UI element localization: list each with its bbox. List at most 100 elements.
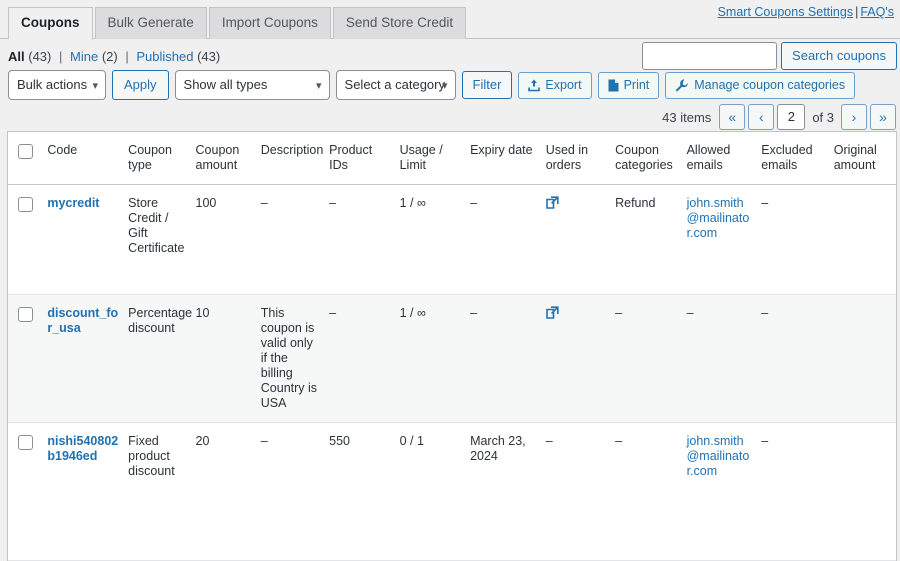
cell-original-amount [833, 422, 896, 561]
column-header-product-ids[interactable]: Product IDs [329, 132, 400, 185]
chevron-down-icon: ▾ [92, 80, 98, 92]
pagination-last-button[interactable]: » [870, 104, 896, 130]
filter-published-label[interactable]: Published [136, 49, 193, 64]
filter-all-label[interactable]: All [8, 49, 25, 64]
cell-allowed-emails: john.smith@mailinator.com [686, 184, 762, 295]
column-header-coupon-amount[interactable]: Coupon amount [195, 132, 261, 185]
cell-product-ids: – [329, 184, 400, 295]
cell-original-amount [833, 294, 896, 423]
search-input[interactable] [642, 42, 778, 70]
cell-allowed-emails: john.smith@mailinator.com [686, 422, 762, 561]
cell-code: discount_for_usa [47, 294, 129, 423]
row-checkbox[interactable] [18, 197, 33, 212]
filter-all-count: (43) [28, 49, 52, 64]
cell-coupon-type: Percentage discount [128, 294, 196, 423]
pagination-total-pages: of 3 [812, 109, 834, 125]
manage-coupon-categories-button[interactable]: Manage coupon categories [665, 71, 856, 99]
tab-import-coupons[interactable]: Import Coupons [208, 7, 331, 39]
bulk-actions-select[interactable]: Bulk actions ▾ [8, 70, 106, 100]
cell-usage-limit: 1 / ∞ [399, 294, 471, 423]
allowed-email-link[interactable]: john.smith@mailinator.com [687, 434, 750, 478]
smart-coupons-settings-link[interactable]: Smart Coupons Settings [718, 5, 854, 19]
column-header-expiry-date[interactable]: Expiry date [470, 132, 546, 185]
table-body: mycredit Store Credit / Gift Certificate… [8, 184, 896, 561]
cell-excluded-emails: – [761, 184, 834, 295]
cell-coupon-type: Store Credit / Gift Certificate [128, 184, 196, 295]
chevron-down-icon: ▾ [316, 80, 322, 92]
select-all-checkbox[interactable] [18, 144, 33, 159]
coupon-code-link[interactable]: discount_for_usa [47, 306, 118, 335]
tab-coupons[interactable]: Coupons [8, 7, 93, 40]
column-header-used-in-orders[interactable]: Used in orders [545, 132, 616, 185]
column-header-code[interactable]: Code [47, 132, 129, 185]
cell-used-in-orders [545, 294, 616, 423]
export-button[interactable]: Export [518, 71, 592, 99]
filter-mine-count: (2) [101, 49, 118, 64]
coupon-code-link[interactable]: mycredit [47, 196, 99, 210]
column-header-coupon-categories[interactable]: Coupon categories [615, 132, 687, 185]
filter-separator-1: | [59, 49, 63, 64]
cell-original-amount [833, 184, 896, 295]
tab-bulk-generate[interactable]: Bulk Generate [94, 7, 207, 39]
table-header-row: Code Coupon type Coupon amount Descripti… [8, 132, 896, 185]
search-coupons-button[interactable]: Search coupons [781, 42, 897, 70]
cell-description: This coupon is valid only if the billing… [260, 294, 330, 423]
table-row: mycredit Store Credit / Gift Certificate… [8, 184, 896, 295]
row-select-cell [8, 422, 48, 561]
column-header-allowed-emails[interactable]: Allowed emails [686, 132, 762, 185]
pagination-first-button[interactable]: « [719, 104, 746, 130]
cell-coupon-categories: – [615, 294, 687, 423]
coupon-type-select[interactable]: Show all types ▾ [174, 70, 330, 100]
column-header-excluded-emails[interactable]: Excluded emails [761, 132, 834, 185]
select-all-header [8, 132, 48, 185]
filter-separator-2: | [125, 49, 129, 64]
tab-send-store-credit[interactable]: Send Store Credit [332, 7, 467, 39]
export-label: Export [545, 78, 582, 92]
cell-expiry-date: – [470, 184, 546, 295]
row-checkbox[interactable] [18, 307, 33, 322]
cell-coupon-amount: 20 [195, 422, 261, 561]
print-button[interactable]: Print [597, 71, 660, 99]
filter-button[interactable]: Filter [461, 71, 513, 99]
print-label: Print [623, 78, 650, 92]
cell-coupon-categories: – [615, 422, 687, 561]
row-checkbox[interactable] [18, 435, 33, 450]
cell-coupon-categories: Refund [615, 184, 687, 295]
column-header-description[interactable]: Description [260, 132, 330, 185]
allowed-email-link[interactable]: john.smith@mailinator.com [687, 196, 750, 240]
filter-mine-label[interactable]: Mine [70, 49, 98, 64]
pagination-item-count: 43 items [662, 109, 712, 125]
apply-button[interactable]: Apply [112, 70, 169, 100]
cell-description: – [260, 422, 330, 561]
coupon-type-label: Show all types [183, 77, 268, 92]
pagination-next-button[interactable]: › [841, 104, 867, 130]
cell-allowed-emails: – [686, 294, 762, 423]
external-link-icon[interactable] [545, 306, 559, 323]
external-link-icon[interactable] [545, 196, 559, 213]
cell-coupon-type: Fixed product discount [128, 422, 196, 561]
pagination: 43 items « ‹ 2 of 3 › » [662, 104, 896, 130]
pagination-current-page-input[interactable]: 2 [777, 104, 806, 130]
cell-usage-limit: 1 / ∞ [399, 184, 471, 295]
cell-expiry-date: March 23, 2024 [470, 422, 546, 561]
column-header-usage-limit[interactable]: Usage / Limit [399, 132, 471, 185]
top-links: Smart Coupons Settings | FAQ's [718, 5, 894, 19]
category-select[interactable]: Select a category ▾ [335, 70, 456, 100]
chevron-down-icon: ▾ [442, 80, 448, 92]
cell-product-ids: – [329, 294, 400, 423]
row-select-cell [8, 294, 48, 423]
faq-link[interactable]: FAQ's [860, 5, 894, 19]
pagination-prev-button[interactable]: ‹ [748, 104, 775, 130]
cell-expiry-date: – [470, 294, 546, 423]
cell-usage-limit: 0 / 1 [399, 422, 471, 561]
column-header-original-amount[interactable]: Original amount [833, 132, 896, 185]
tab-bar: Coupons Bulk Generate Import Coupons Sen… [0, 0, 900, 40]
cell-code: nishi540802b1946ed [47, 422, 129, 561]
cell-description: – [260, 184, 330, 295]
column-header-coupon-type[interactable]: Coupon type [128, 132, 196, 185]
bulk-actions-label: Bulk actions [17, 77, 88, 92]
coupon-code-link[interactable]: nishi540802b1946ed [47, 434, 118, 463]
tab-list: Coupons Bulk Generate Import Coupons Sen… [8, 6, 467, 40]
print-icon [608, 79, 619, 92]
table-row: discount_for_usa Percentage discount 10 … [8, 294, 896, 423]
